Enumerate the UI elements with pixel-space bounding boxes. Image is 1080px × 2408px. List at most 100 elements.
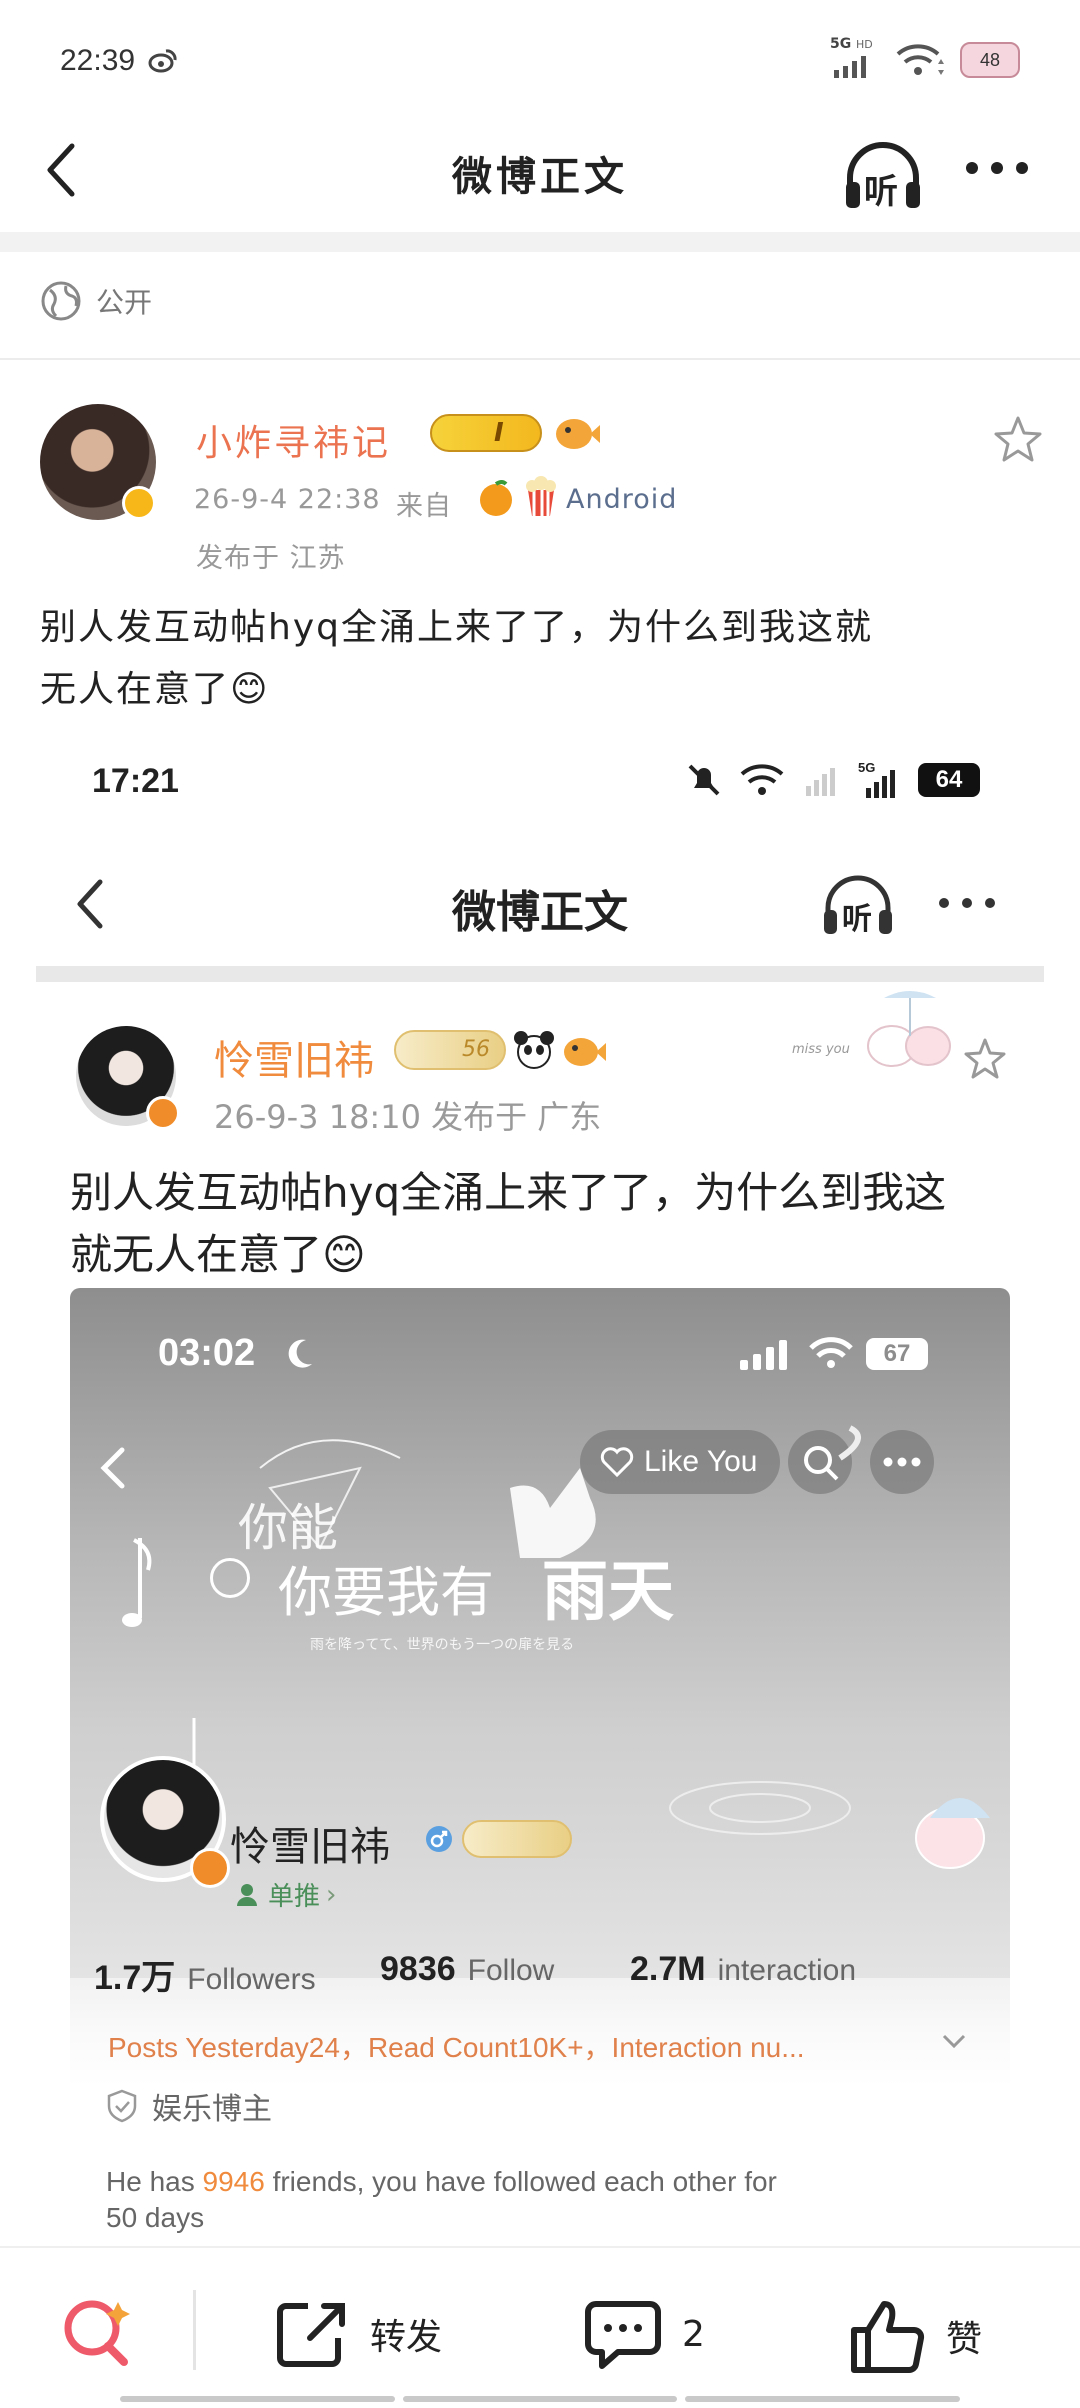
listen-button[interactable]: 听 [842,138,924,214]
banner-caption: 雨を降ってて、世界のもう一つの扉を見る [310,1637,575,1653]
banner-heart-mark [210,1558,250,1598]
inner-fish-icon [564,1038,606,1066]
bar-divider [193,2290,196,2370]
card-tag: 单推 › [236,1876,336,1913]
inner-wifi-icon [740,764,784,795]
inner-page-title: 微博正文 [452,887,628,938]
card-battery: 67 [866,1338,928,1370]
orange-icon [480,480,512,516]
inner-text-line-2: 就无人在意了😊 [70,1230,366,1279]
verified-badge [122,486,156,520]
signal-icon: 5G HD [830,36,880,80]
inner-verified-badge [146,1096,180,1130]
male-icon [426,1826,452,1852]
inner-listen-button: 听 [820,870,896,940]
expand-chevron-icon [942,2034,966,2049]
banner-text-big: 你要我有 [278,1561,494,1624]
inner-text-line-1: 别人发互动帖hyq全涌上来了了，为什么到我这 [70,1168,947,1217]
miss-you-sticker: miss you [788,988,978,1078]
star-icon[interactable] [992,414,1044,466]
interaction-label: interaction [717,1954,857,1987]
friends-line: He has 9946 friends, you have followed e… [106,2166,986,2198]
panda-icon [514,1031,554,1069]
profile-screenshot: 03:02 67 Like You 你能 你要我有 雨天 雨を降ってて、世界のも… [70,1288,1010,2248]
comment-count: 2 [682,2313,705,2355]
category-label: 娱乐博主 [152,2092,272,2127]
card-time: 03:02 [158,1332,256,1374]
popcorn-icon [526,476,556,516]
author-name[interactable]: 小炸寻祎记 [196,414,391,466]
person-icon [237,1883,257,1906]
inner-signal-icon-1 [806,768,835,796]
post-text-line-2: 无人在意了😊 [40,669,270,710]
network-type: 5G [830,36,852,52]
moon-icon [288,1339,312,1368]
category-row: 娱乐博主 [106,2084,272,2128]
card-vip-badge [462,1820,572,1858]
inner-date-location: 26-9-3 18:10 发布于 广东 [214,1098,602,1136]
inner-battery: 64 [918,763,980,797]
post-date: 26-9-4 22:38 [194,484,381,515]
scroll-indicator [120,2396,961,2402]
friends-suffix: friends, you have followed each other fo… [272,2166,777,2197]
inner-status-icons: 5G 64 [686,760,980,800]
wifi-icon [896,44,944,75]
repost-icon [277,2303,345,2367]
sticker-text: miss you [792,1042,850,1057]
mute-icon [688,764,720,796]
thumbs-up-icon [851,2301,925,2373]
banner-text-big-2: 雨天 [542,1553,674,1630]
inner-level-badge: 56 [394,1030,506,1070]
hd-label: HD [856,38,873,51]
visibility-row: 公开 [40,280,152,322]
card-name: 怜雪旧祎 [230,1824,390,1870]
card-tag-label: 单推 [268,1882,321,1912]
ai-search-icon[interactable] [58,2292,138,2372]
friends-prefix: He has [106,2166,195,2197]
repost-label: 转发 [370,2317,443,2358]
card-wifi-icon [809,1337,853,1368]
like-label: 赞 [946,2319,983,2360]
top-nav: 微博正文 听 [0,120,1080,230]
followers-label: Followers [187,1963,316,1996]
inner-star-icon [964,1038,1006,1079]
visibility-label: 公开 [96,286,153,319]
inner-more-icon [939,898,995,908]
svg-text:5G: 5G [858,760,875,775]
comment-icon [585,2301,661,2369]
friends-count: 9946 [202,2166,265,2197]
weibo-notification-icon [148,49,177,73]
follow-stat: 9836 Follow [380,1950,554,1989]
post-location: 发布于 江苏 [196,543,346,574]
followers-stat: 1.7万 Followers [94,1950,316,1999]
post-source[interactable]: Android [566,484,677,515]
status-time: 22:39 [60,44,136,77]
like-button[interactable]: 赞 [850,2298,982,2374]
friends-days: 50 days [106,2202,205,2233]
post-text-line-1: 别人发互动帖hyq全涌上来了了，为什么到我这就 [40,607,873,648]
divider [0,358,1080,360]
card-signal-icon [740,1340,787,1370]
inner-author-name: 怜雪旧祎 [214,1038,374,1084]
listen-label: 听 [864,172,898,212]
inner-nav-divider [36,966,1044,982]
interaction-stat: 2.7M interaction [630,1950,856,1989]
fish-icon [556,419,600,449]
interaction-value: 2.7M [630,1950,706,1988]
more-icon[interactable] [964,158,1030,178]
inner-status-time: 17:21 [92,762,179,800]
source-prefix: 来自 [396,491,452,522]
bottom-action-bar: 转发 2 赞 [0,2246,1080,2408]
follow-label: Follow [467,1954,555,1987]
battery-indicator: 48 [960,42,1020,78]
repost-button[interactable]: 转发 [274,2298,442,2370]
follow-value: 9836 [380,1950,456,1988]
shield-check-icon [107,2089,137,2123]
followers-value: 1.7万 [94,1959,176,1997]
inner-signal-icon-2: 5G [858,760,895,798]
comment-button[interactable]: 2 [584,2298,705,2370]
stats-summary: Posts Yesterday24，Read Count10K+，Interac… [108,2032,805,2063]
globe-icon [41,281,81,321]
nav-divider [0,232,1080,252]
inner-listen-label: 听 [842,902,872,937]
